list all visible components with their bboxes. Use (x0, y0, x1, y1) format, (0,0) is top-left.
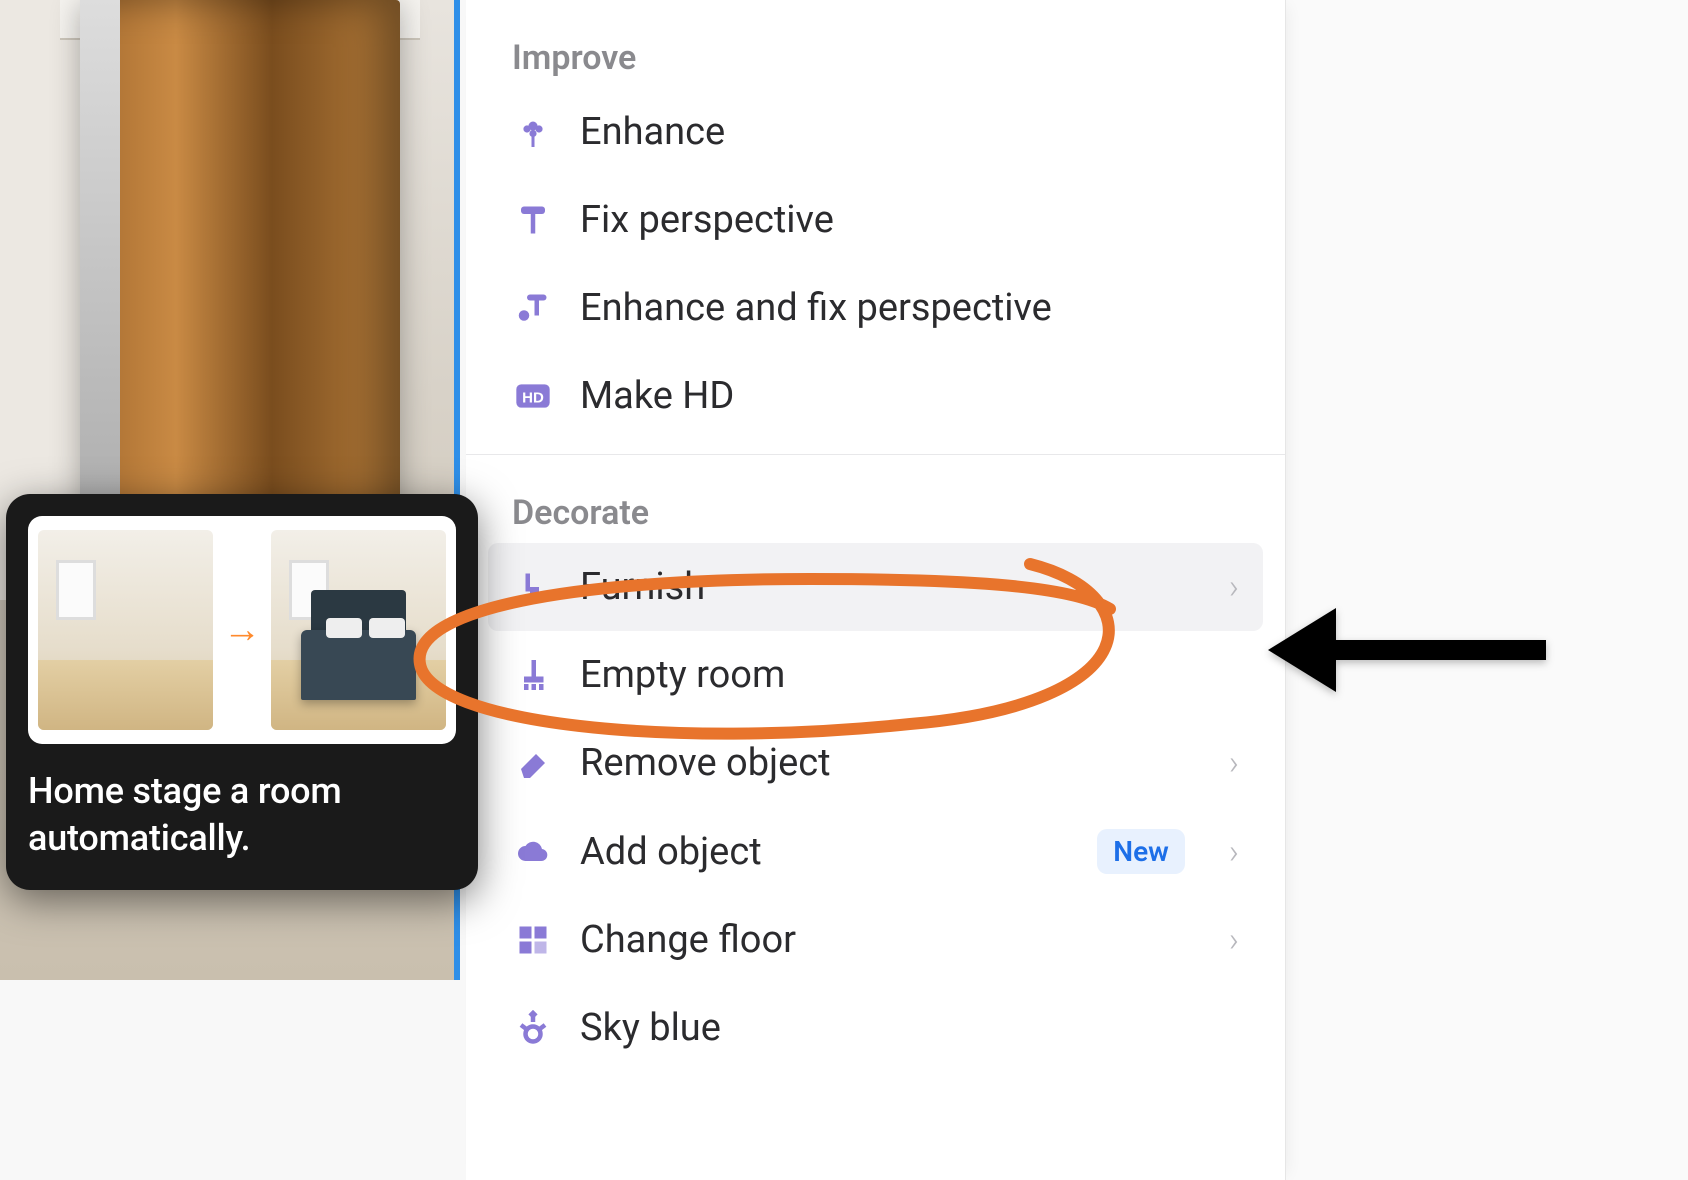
section-title-decorate: Decorate (466, 455, 1285, 543)
arrow-icon: → (223, 608, 261, 652)
chevron-right-icon: › (1229, 743, 1239, 783)
menu-label: Fix perspective (580, 198, 1239, 242)
menu-label: Enhance (580, 110, 1239, 154)
perspective-icon (512, 199, 554, 241)
menu-item-remove-object[interactable]: Remove object › (466, 719, 1285, 807)
tooltip-thumbnails: → (28, 516, 456, 744)
hd-icon: HD (512, 375, 554, 417)
right-gutter (1286, 0, 1688, 1180)
chair-icon (512, 566, 554, 608)
menu-item-enhance[interactable]: Enhance (466, 88, 1285, 176)
menu-label: Add object (580, 830, 1071, 874)
app-canvas: → Home stage a room automatically. Impro… (0, 0, 1688, 1180)
menu-item-empty-room[interactable]: Empty room (466, 631, 1285, 719)
menu-label: Enhance and fix perspective (580, 286, 1239, 330)
tooltip-text: Home stage a room automatically. (28, 768, 456, 862)
menu-item-sky-blue[interactable]: Sky blue (466, 984, 1285, 1072)
tooltip-card: → Home stage a room automatically. (6, 494, 478, 890)
menu-label: Sky blue (580, 1006, 1239, 1050)
broom-icon (512, 654, 554, 696)
menu-item-furnish[interactable]: Furnish › (488, 543, 1263, 631)
menu-label: Empty room (580, 653, 1239, 697)
menu-item-fix-perspective[interactable]: Fix perspective (466, 176, 1285, 264)
thumb-before (38, 530, 213, 730)
menu-item-enhance-fix[interactable]: Enhance and fix perspective (466, 264, 1285, 352)
action-menu: Improve Enhance Fix perspective Enhance … (466, 0, 1286, 1180)
flower-icon (512, 111, 554, 153)
chevron-right-icon: › (1229, 920, 1239, 960)
section-title-improve: Improve (466, 0, 1285, 88)
enhance-perspective-icon (512, 287, 554, 329)
menu-label: Change floor (580, 918, 1203, 962)
door-graphic (80, 0, 400, 560)
menu-label: Make HD (580, 374, 1239, 418)
eraser-icon (512, 742, 554, 784)
tiles-icon (512, 919, 554, 961)
chevron-right-icon: › (1229, 832, 1239, 872)
thumb-after (271, 530, 446, 730)
badge-new: New (1097, 829, 1185, 874)
menu-label: Remove object (580, 741, 1203, 785)
sun-icon (512, 1007, 554, 1049)
menu-label: Furnish (580, 565, 1203, 609)
menu-item-add-object[interactable]: Add object New › (466, 807, 1285, 896)
menu-item-make-hd[interactable]: HD Make HD (466, 352, 1285, 440)
cloud-icon (512, 831, 554, 873)
chevron-right-icon: › (1229, 567, 1239, 607)
svg-text:HD: HD (522, 390, 544, 407)
menu-item-change-floor[interactable]: Change floor › (466, 896, 1285, 984)
